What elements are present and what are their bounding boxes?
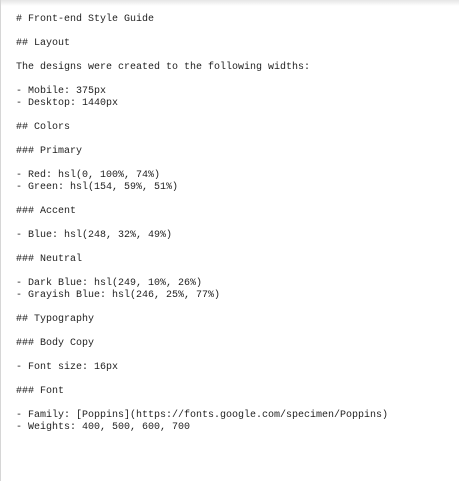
heading-3-neutral: ### Neutral <box>16 254 83 265</box>
heading-2-typography: ## Typography <box>16 314 95 325</box>
list-item: - Weights: 400, 500, 600, 700 <box>16 422 191 433</box>
top-shadow <box>1 0 459 6</box>
list-item: - Font size: 16px <box>16 362 119 373</box>
list-item: - Grayish Blue: hsl(246, 25%, 77%) <box>16 290 221 301</box>
heading-1: # Front-end Style Guide <box>16 14 155 25</box>
list-item: - Dark Blue: hsl(249, 10%, 26%) <box>16 278 203 289</box>
list-item: - Green: hsl(154, 59%, 51%) <box>16 182 179 193</box>
document-viewer: # Front-end Style Guide ## Layout The de… <box>0 0 459 481</box>
heading-3-body-copy: ### Body Copy <box>16 338 95 349</box>
heading-3-accent: ### Accent <box>16 206 77 217</box>
heading-3-primary: ### Primary <box>16 146 83 157</box>
heading-2-colors: ## Colors <box>16 122 71 133</box>
paragraph: The designs were created to the followin… <box>16 62 311 73</box>
markdown-text: # Front-end Style Guide ## Layout The de… <box>16 14 453 434</box>
list-item: - Blue: hsl(248, 32%, 49%) <box>16 230 173 241</box>
heading-2-layout: ## Layout <box>16 38 71 49</box>
list-item: - Mobile: 375px <box>16 86 107 97</box>
list-item: - Desktop: 1440px <box>16 98 119 109</box>
list-item: - Family: [Poppins](https://fonts.google… <box>16 410 389 421</box>
list-item: - Red: hsl(0, 100%, 74%) <box>16 170 161 181</box>
heading-3-font: ### Font <box>16 386 65 397</box>
